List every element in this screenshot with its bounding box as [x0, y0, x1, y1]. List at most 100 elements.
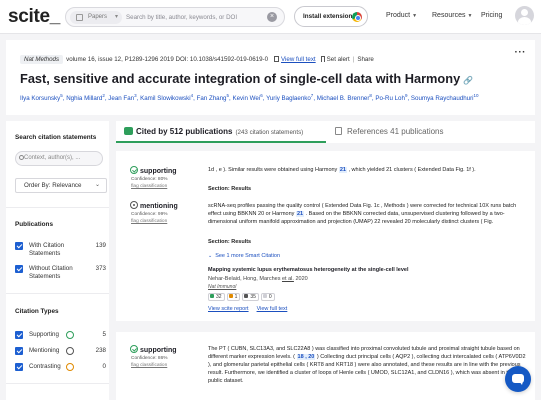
- author-list: Ilya Korsunsky5, Nghia Millard2, Jean Fa…: [20, 93, 479, 103]
- filter-without-statements[interactable]: Without Citation Statements 373: [15, 265, 106, 281]
- contrasting-tally[interactable]: 1: [226, 293, 241, 301]
- view-full-text-link[interactable]: View full text: [257, 306, 288, 312]
- flag-classification-link[interactable]: flag classification: [131, 184, 198, 189]
- chrome-icon: [352, 12, 362, 22]
- mentioning-tally[interactable]: 35: [242, 293, 259, 301]
- set-alert-button[interactable]: Set alert: [327, 56, 350, 63]
- paper-year: 2020: [293, 276, 308, 282]
- filter-contrasting[interactable]: Contrasting 0: [15, 363, 106, 371]
- nav-pricing[interactable]: Pricing: [481, 12, 502, 19]
- divider: [6, 383, 109, 384]
- user-avatar[interactable]: [515, 6, 534, 25]
- see-more-smart-citation[interactable]: ⌄ See 1 more Smart Citation: [208, 253, 280, 259]
- nav-resources[interactable]: Resources ▼: [432, 12, 472, 19]
- checkbox[interactable]: [15, 242, 23, 250]
- section-label: Section: Results: [208, 239, 252, 245]
- nav-pricing-label: Pricing: [481, 12, 503, 19]
- chat-support-button[interactable]: [505, 366, 531, 392]
- citing-paper-journal[interactable]: Nat Immunol: [208, 284, 236, 290]
- search-input[interactable]: [126, 11, 266, 24]
- author-link[interactable]: Soumya Raychaudhuri: [411, 95, 474, 102]
- paper-title-text: Fast, sensitive and accurate integration…: [20, 71, 461, 86]
- view-scite-report-link[interactable]: View scite report: [208, 306, 249, 312]
- statement-type: mentioning: [130, 201, 198, 210]
- unclassified-tally[interactable]: 0: [260, 293, 275, 301]
- pdf-icon: [274, 56, 280, 62]
- author-link[interactable]: Michael B. Brenner: [317, 95, 370, 102]
- author-link[interactable]: Po-Ru Loh: [375, 95, 405, 102]
- divider: [6, 293, 109, 294]
- document-icon: [76, 14, 83, 21]
- view-full-text-link[interactable]: View full text: [281, 56, 316, 63]
- search-scope-label: Papers: [88, 14, 108, 20]
- search-scope-dropdown[interactable]: Papers ▾: [70, 11, 122, 24]
- supporting-tally[interactable]: 32: [208, 293, 225, 301]
- unclassified-dot-icon: [262, 294, 267, 298]
- reference-highlight[interactable]: 21: [338, 167, 347, 173]
- scite-logo[interactable]: scite_: [8, 6, 60, 28]
- statement-classification: supporting Confidence: 86% flag classifi…: [130, 345, 198, 368]
- citation-excerpt: scRNA-seq profiles passing the quality c…: [208, 202, 528, 226]
- author-link[interactable]: Fan Zhang: [197, 95, 227, 102]
- flag-classification-link[interactable]: flag classification: [131, 219, 198, 224]
- filter-label: Contrasting: [29, 363, 61, 370]
- share-button[interactable]: Share: [357, 56, 374, 63]
- author-affiliation: 2: [102, 93, 105, 98]
- author-affiliation: 6: [260, 93, 263, 98]
- checkbox[interactable]: [15, 265, 23, 273]
- author-link[interactable]: Ilya Korsunsky: [20, 95, 60, 102]
- citing-paper-title[interactable]: Mapping systemic lupus erythematosus het…: [208, 267, 508, 273]
- confidence: Confidence: 80%: [131, 177, 168, 182]
- link-icon[interactable]: 🔗: [463, 76, 473, 85]
- paper-title: Fast, sensitive and accurate integration…: [20, 71, 473, 86]
- author-affiliation: 4: [190, 93, 194, 98]
- author-link[interactable]: Nghia Millard: [66, 95, 102, 102]
- citation-card: supporting Confidence: 80% flag classifi…: [116, 151, 535, 321]
- checkbox[interactable]: [15, 331, 23, 339]
- citing-paper-authors: Nehar-Belaid, Hong, Marches et al. 2020: [208, 276, 308, 282]
- chevron-down-icon: ⌄: [94, 182, 100, 188]
- journal-badge[interactable]: Nat Methods: [20, 55, 64, 64]
- statement-type-label: supporting: [140, 347, 177, 354]
- author-link[interactable]: Kamil Slowikowski: [140, 95, 191, 102]
- mentioning-icon: [130, 201, 138, 209]
- flag-classification-link[interactable]: flag classification: [131, 363, 198, 368]
- citation-search-input[interactable]: Context, author(s), ...: [15, 151, 103, 166]
- tab-cited-by-label: Cited by 512 publications: [136, 127, 233, 136]
- authors-text: Nehar-Belaid, Hong, Marches: [208, 276, 282, 282]
- filter-supporting[interactable]: Supporting 5: [15, 331, 106, 339]
- tally-count: 0: [268, 294, 272, 300]
- install-extension-button[interactable]: Install extension!: [294, 6, 368, 27]
- reference-highlight[interactable]: 21: [295, 211, 305, 217]
- filter-mentioning[interactable]: Mentioning 238: [15, 347, 106, 355]
- search-bar: Papers ▾ ×: [65, 7, 285, 27]
- author-affiliation: 5: [60, 93, 63, 98]
- see-more-label: See 1 more Smart Citation: [215, 253, 281, 259]
- order-by-select[interactable]: Order By: Relevance ⌄: [15, 178, 107, 193]
- et-al-link[interactable]: et al.: [282, 276, 294, 282]
- statement-type: supporting: [130, 345, 198, 354]
- search-icon: [19, 155, 24, 160]
- checkbox[interactable]: [15, 347, 23, 355]
- author-link[interactable]: Kevin Wei: [232, 95, 260, 102]
- author-link[interactable]: Jean Fan: [108, 95, 134, 102]
- chevron-down-icon: ▼: [412, 13, 418, 19]
- author-link[interactable]: Yuriy Baglaenko: [266, 95, 311, 102]
- checkbox[interactable]: [15, 363, 23, 371]
- tab-references[interactable]: References 41 publications: [335, 127, 444, 136]
- filter-count: 238: [95, 347, 106, 354]
- reference-highlight[interactable]: 18 , 20: [296, 354, 316, 360]
- clear-search-icon[interactable]: ×: [267, 12, 277, 22]
- filter-count: 5: [102, 331, 106, 338]
- section-label: Section: Results: [208, 186, 252, 192]
- author-affiliation: 10: [473, 93, 479, 98]
- tab-cited-by[interactable]: Cited by 512 publications (243 citation s…: [124, 127, 303, 136]
- filter-with-statements[interactable]: With Citation Statements 139: [15, 242, 106, 258]
- tally-badges: 32 1 35 0: [208, 293, 277, 301]
- more-options-icon[interactable]: ···: [515, 47, 527, 58]
- paper-header: Nat Methods volume 16, issue 12, P1289-12…: [6, 40, 535, 115]
- mentioning-icon: [66, 347, 74, 355]
- nav-product[interactable]: Product ▼: [386, 12, 417, 19]
- mentioning-dot-icon: [244, 294, 249, 298]
- author-affiliation: 8: [369, 93, 372, 98]
